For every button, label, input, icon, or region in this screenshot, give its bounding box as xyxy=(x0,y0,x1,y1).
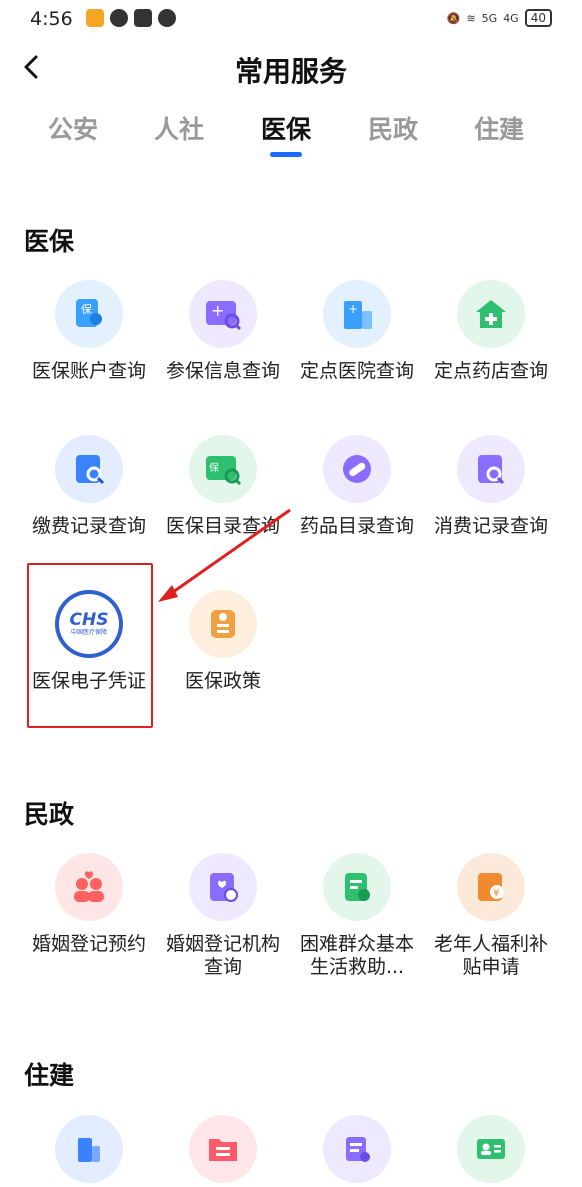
grid-item[interactable]: 缴费记录查询 xyxy=(22,435,156,538)
grid-item[interactable]: + 定点医院查询 xyxy=(290,280,424,383)
relief-icon xyxy=(323,853,391,921)
item-label: 医保政策 xyxy=(184,670,261,692)
medicine-icon xyxy=(323,435,391,503)
mute-icon: 🔕 xyxy=(446,11,461,25)
active-tab-indicator xyxy=(270,152,302,157)
grid-item[interactable]: 医保政策 xyxy=(156,590,290,693)
item-label: 老年人福利补贴申请 xyxy=(433,933,548,978)
tab-gongan[interactable]: 公安 xyxy=(33,110,113,146)
weibo-icon xyxy=(86,9,104,27)
grid-item[interactable] xyxy=(156,1115,290,1183)
payment-record-icon xyxy=(55,435,123,503)
item-label: 缴费记录查询 xyxy=(31,515,146,537)
catalog-icon: 保 xyxy=(189,435,257,503)
item-label: 药品目录查询 xyxy=(299,515,414,537)
grid-item[interactable]: 婚姻登记预约 xyxy=(22,853,156,956)
wifi-icon: ≋ xyxy=(466,11,476,25)
svg-text:+: + xyxy=(211,301,224,320)
grid-item[interactable]: 保 医保账户查询 xyxy=(22,280,156,383)
grid-item[interactable]: 困难群众基本生活救助... xyxy=(290,853,424,979)
page-title: 常用服务 xyxy=(234,55,347,88)
marriage-org-icon xyxy=(189,853,257,921)
section-title-yibao: 医保 xyxy=(24,227,75,256)
battery-icon: 40 xyxy=(524,9,552,27)
svg-text:+: + xyxy=(348,302,358,316)
id-card-icon xyxy=(457,1115,525,1183)
svg-text:保: 保 xyxy=(209,461,219,474)
grid-item[interactable]: ¥ 老年人福利补贴申请 xyxy=(424,853,558,979)
item-label: 定点药店查询 xyxy=(433,360,548,382)
section-title-minzheng: 民政 xyxy=(24,800,75,829)
status-bar: 4:56 🔕 ≋ 5G 4G 40 xyxy=(0,0,582,40)
item-label: 婚姻登记预约 xyxy=(31,933,146,955)
item-label: 婚姻登记机构查询 xyxy=(165,933,280,978)
tab-renshe[interactable]: 人社 xyxy=(139,110,219,146)
item-label: 定点医院查询 xyxy=(299,360,414,382)
system-icons: 🔕 ≋ 5G 4G 40 xyxy=(447,9,552,27)
item-label: 消费记录查询 xyxy=(433,515,548,537)
status-time: 4:56 xyxy=(30,8,73,30)
item-label: 参保信息查询 xyxy=(165,360,280,382)
alarm-icon xyxy=(158,9,176,27)
elderly-icon: ¥ xyxy=(457,853,525,921)
grid-item[interactable]: 消费记录查询 xyxy=(424,435,558,538)
document-icon xyxy=(323,1115,391,1183)
grid-item[interactable]: 药品目录查询 xyxy=(290,435,424,538)
grid-item[interactable] xyxy=(290,1115,424,1183)
grid-item[interactable] xyxy=(424,1115,558,1183)
arrow-annotation-icon xyxy=(158,508,291,602)
highlight-box xyxy=(27,563,153,728)
eye-icon xyxy=(110,9,128,27)
svg-text:¥: ¥ xyxy=(493,888,499,899)
svg-text:保: 保 xyxy=(81,302,92,316)
consumption-record-icon xyxy=(457,435,525,503)
nfc-icon xyxy=(134,9,152,27)
tab-bar: 公安 人社 医保 民政 住建 xyxy=(0,110,582,160)
folder-icon xyxy=(189,1115,257,1183)
hospital-icon: + xyxy=(323,280,391,348)
notification-icons xyxy=(86,9,176,27)
grid-item[interactable]: + 参保信息查询 xyxy=(156,280,290,383)
tab-label: 医保 xyxy=(260,115,311,144)
tab-yibao[interactable]: 医保 xyxy=(246,110,326,157)
item-label: 医保账户查询 xyxy=(31,360,146,382)
marriage-icon xyxy=(55,853,123,921)
signal-1-icon: 5G xyxy=(481,11,498,25)
pharmacy-icon xyxy=(457,280,525,348)
grid-item[interactable]: 婚姻登记机构查询 xyxy=(156,853,290,979)
insurance-info-icon: + xyxy=(189,280,257,348)
building-icon xyxy=(55,1115,123,1183)
item-label: 困难群众基本生活救助... xyxy=(299,933,414,978)
insurance-account-icon: 保 xyxy=(55,280,123,348)
section-title-zhujian: 住建 xyxy=(24,1061,75,1090)
grid-item[interactable]: 定点药店查询 xyxy=(424,280,558,383)
signal-2-icon: 4G xyxy=(503,11,519,25)
grid-item[interactable] xyxy=(22,1115,156,1183)
tab-zhujian[interactable]: 住建 xyxy=(459,110,539,146)
tab-minzheng[interactable]: 民政 xyxy=(353,110,433,146)
